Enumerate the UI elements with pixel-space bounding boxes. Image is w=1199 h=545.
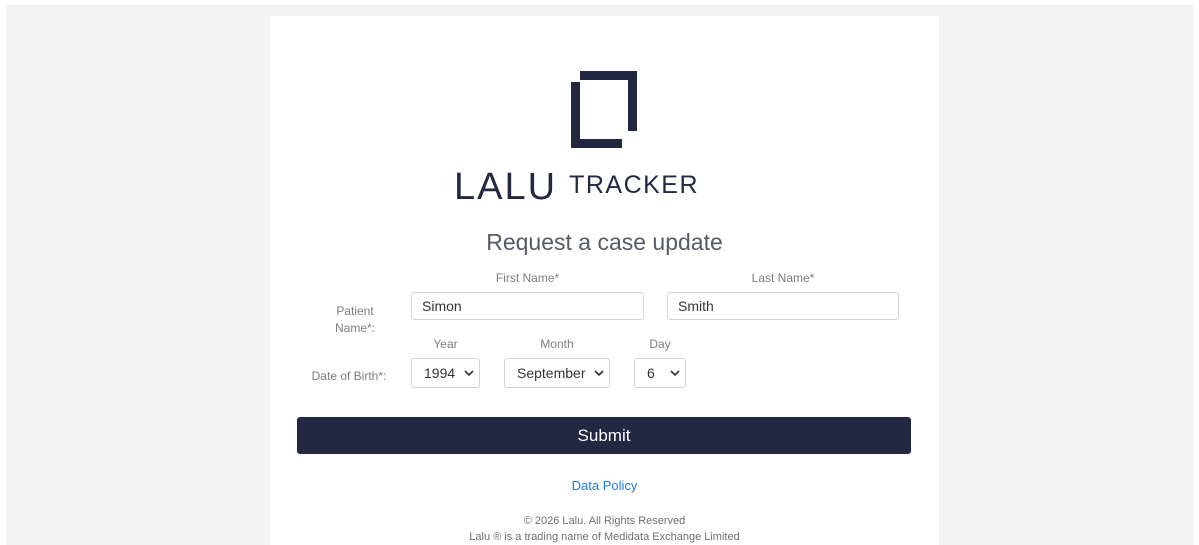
month-label: Month: [540, 337, 574, 351]
day-select[interactable]: 6: [634, 358, 686, 388]
last-name-input[interactable]: [667, 292, 899, 320]
patient-name-label: Patient Name*:: [334, 304, 375, 335]
submit-button[interactable]: Submit: [297, 417, 911, 454]
lalu-logo-mark-icon: [571, 71, 637, 148]
brand-name-secondary: TRACKER: [569, 171, 700, 199]
year-select[interactable]: 1994: [411, 358, 480, 388]
date-of-birth-label: Date of Birth*:: [311, 369, 387, 383]
chevron-down-icon: [589, 369, 609, 377]
chevron-down-icon: [459, 369, 479, 377]
year-label: Year: [433, 337, 458, 351]
last-name-label: Last Name*: [751, 271, 815, 285]
first-name-label: First Name*: [495, 271, 560, 285]
brand-wordmark: LALU TRACKER: [454, 162, 699, 206]
data-policy-link[interactable]: Data Policy: [270, 478, 939, 493]
footer-copyright: © 2026 Lalu. All Rights Reserved: [523, 515, 686, 527]
chevron-down-icon: [665, 369, 685, 377]
day-select-value: 6: [647, 365, 655, 381]
day-label: Day: [649, 337, 671, 351]
page-title: Request a case update: [486, 229, 723, 255]
first-name-input[interactable]: [411, 292, 644, 320]
month-select[interactable]: September: [504, 358, 610, 388]
month-select-value: September: [517, 365, 586, 381]
brand-name-primary: LALU: [454, 166, 558, 208]
footer-trading-name: Lalu ® is a trading name of Medidata Exc…: [469, 531, 740, 543]
year-select-value: 1994: [424, 365, 456, 381]
